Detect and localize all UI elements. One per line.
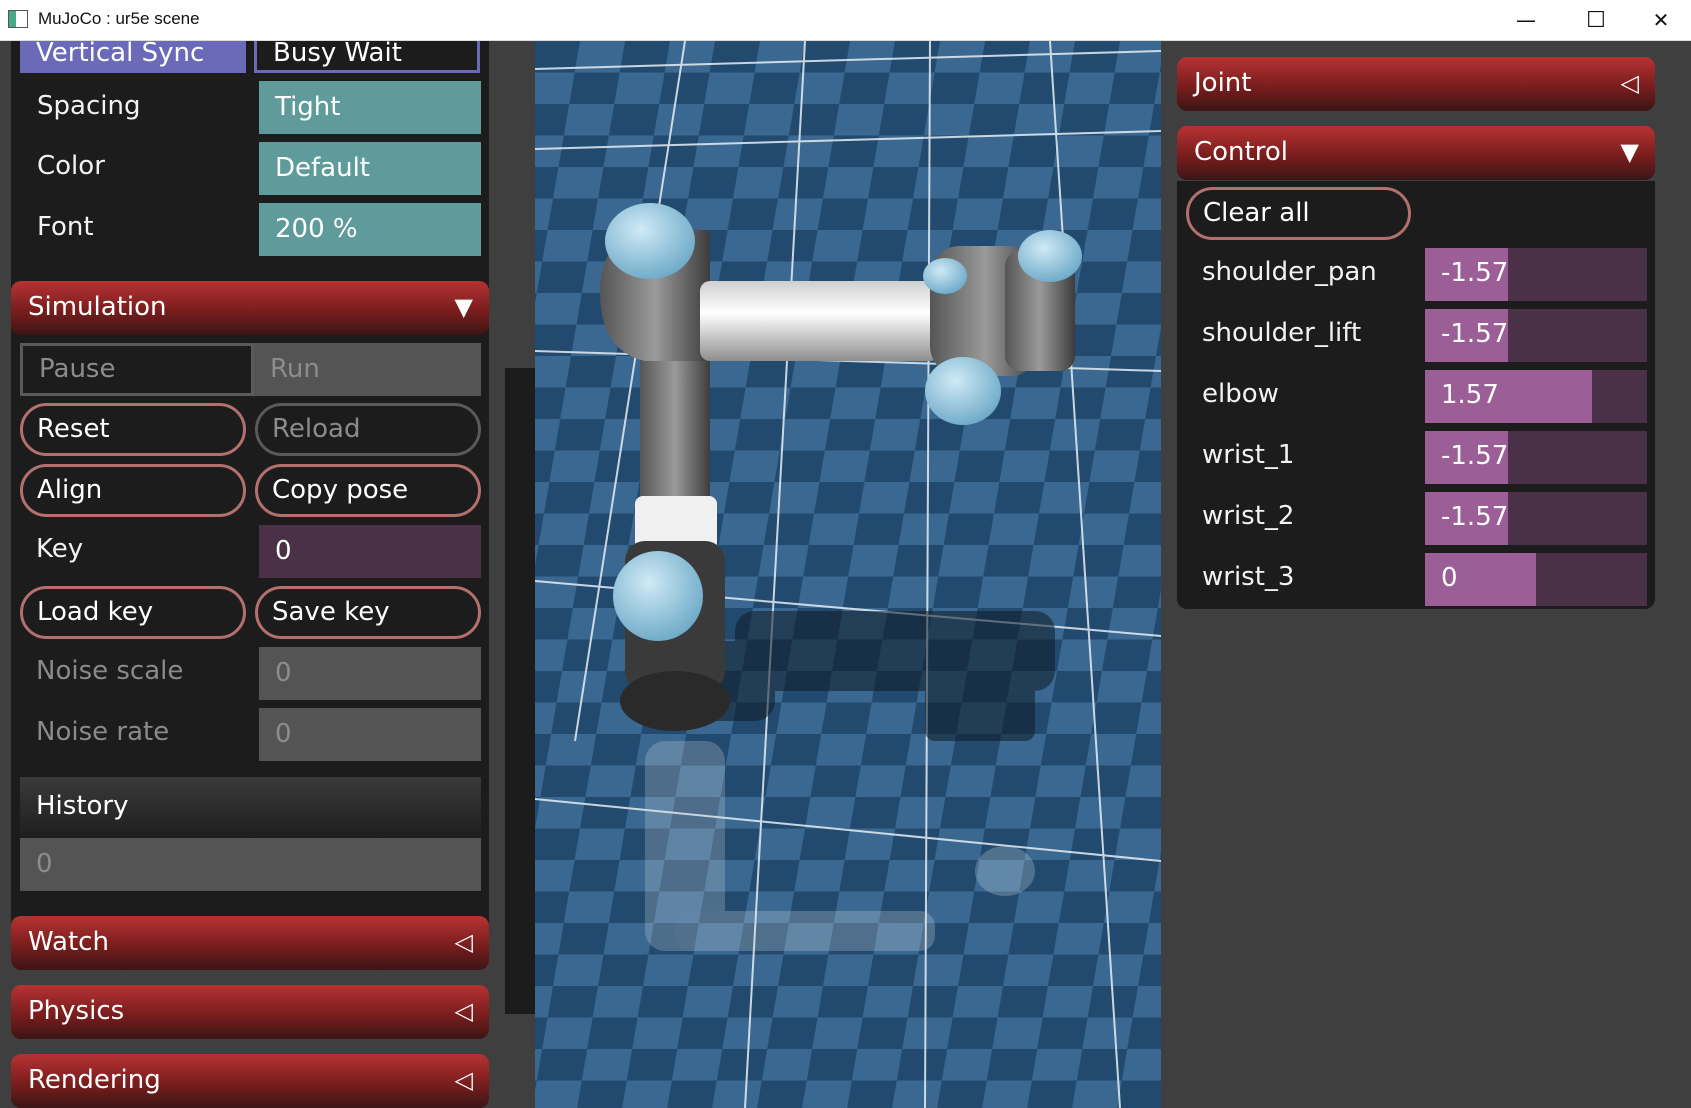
expanded-triangle-icon: ▼ bbox=[454, 293, 473, 321]
simulation-header-label: Simulation bbox=[28, 292, 167, 322]
joint-label-elbow: elbow bbox=[1202, 379, 1279, 409]
3d-viewport[interactable] bbox=[535, 41, 1161, 1108]
watch-header-label: Watch bbox=[28, 927, 109, 957]
joint-header[interactable]: Joint ◁ bbox=[1177, 57, 1655, 111]
font-label: Font bbox=[37, 212, 94, 242]
wrist-2-slider[interactable]: -1.57 bbox=[1425, 492, 1647, 545]
spacing-dropdown[interactable]: Tight bbox=[259, 81, 481, 134]
align-button[interactable]: Align bbox=[20, 464, 246, 517]
collapsed-triangle-icon: ◁ bbox=[454, 997, 473, 1025]
joint-header-label: Joint bbox=[1194, 68, 1252, 98]
close-button[interactable]: ✕ bbox=[1631, 0, 1691, 40]
copy-pose-button[interactable]: Copy pose bbox=[255, 464, 481, 517]
expanded-triangle-icon: ▼ bbox=[1620, 138, 1639, 166]
key-label: Key bbox=[36, 534, 84, 564]
joint-label-wrist-3: wrist_3 bbox=[1202, 562, 1295, 592]
window-title: MuJoCo : ur5e scene bbox=[38, 9, 200, 28]
title-bar: MuJoCo : ur5e scene — ☐ ✕ bbox=[0, 0, 1691, 41]
left-panel-scrollbar[interactable] bbox=[505, 368, 535, 1014]
control-header[interactable]: Control ▼ bbox=[1177, 126, 1655, 180]
noise-scale-label: Noise scale bbox=[36, 656, 184, 686]
run-button[interactable]: Run bbox=[254, 343, 481, 396]
simulation-header[interactable]: Simulation ▼ bbox=[11, 281, 489, 335]
pause-button[interactable]: Pause bbox=[20, 343, 254, 396]
noise-rate-label: Noise rate bbox=[36, 717, 170, 747]
slider-value: -1.57 bbox=[1441, 319, 1509, 349]
spacing-label: Spacing bbox=[37, 91, 141, 121]
noise-scale-slider[interactable]: 0 bbox=[259, 647, 481, 700]
wrist-3-slider[interactable]: 0 bbox=[1425, 553, 1647, 606]
vertical-sync-dropdown[interactable]: Busy Wait bbox=[254, 41, 480, 73]
joint-label-wrist-1: wrist_1 bbox=[1202, 440, 1295, 470]
joint-label-shoulder-lift: shoulder_lift bbox=[1202, 318, 1362, 348]
scene-render bbox=[535, 41, 1161, 1108]
slider-value: 1.57 bbox=[1441, 380, 1499, 410]
minimize-button[interactable]: — bbox=[1491, 0, 1561, 40]
shoulder-pan-slider[interactable]: -1.57 bbox=[1425, 248, 1647, 301]
wrist-1-slider[interactable]: -1.57 bbox=[1425, 431, 1647, 484]
slider-value: 0 bbox=[1441, 563, 1458, 593]
slider-value: -1.57 bbox=[1441, 258, 1509, 288]
joint-label-shoulder-pan: shoulder_pan bbox=[1202, 257, 1377, 287]
save-key-button[interactable]: Save key bbox=[255, 586, 481, 639]
control-header-label: Control bbox=[1194, 137, 1288, 167]
load-key-button[interactable]: Load key bbox=[20, 586, 246, 639]
collapsed-triangle-icon: ◁ bbox=[454, 1066, 473, 1094]
joint-label-wrist-2: wrist_2 bbox=[1202, 501, 1295, 531]
color-label: Color bbox=[37, 151, 105, 181]
watch-header[interactable]: Watch ◁ bbox=[11, 916, 489, 970]
color-dropdown[interactable]: Default bbox=[259, 142, 481, 195]
vertical-sync-label: Vertical Sync bbox=[20, 41, 246, 73]
collapsed-triangle-icon: ◁ bbox=[454, 928, 473, 956]
elbow-slider[interactable]: 1.57 bbox=[1425, 370, 1647, 423]
left-panel: Vertical Sync Busy Wait Spacing Tight Co… bbox=[0, 41, 500, 1108]
font-dropdown[interactable]: 200 % bbox=[259, 203, 481, 256]
physics-header[interactable]: Physics ◁ bbox=[11, 985, 489, 1039]
app-icon bbox=[8, 10, 28, 28]
physics-header-label: Physics bbox=[28, 996, 125, 1026]
reload-button[interactable]: Reload bbox=[255, 403, 481, 456]
shoulder-lift-slider[interactable]: -1.57 bbox=[1425, 309, 1647, 362]
clear-all-button[interactable]: Clear all bbox=[1186, 187, 1411, 240]
reset-button[interactable]: Reset bbox=[20, 403, 246, 456]
maximize-button[interactable]: ☐ bbox=[1561, 0, 1631, 40]
mujoco-canvas: Vertical Sync Busy Wait Spacing Tight Co… bbox=[0, 41, 1691, 1108]
rendering-header[interactable]: Rendering ◁ bbox=[11, 1054, 489, 1108]
key-slider[interactable]: 0 bbox=[259, 525, 481, 578]
slider-value: -1.57 bbox=[1441, 502, 1509, 532]
collapsed-triangle-icon: ◁ bbox=[1620, 69, 1639, 97]
rendering-header-label: Rendering bbox=[28, 1065, 161, 1095]
history-slider[interactable]: 0 bbox=[20, 838, 481, 891]
slider-value: -1.57 bbox=[1441, 441, 1509, 471]
history-label: History bbox=[20, 777, 481, 838]
noise-rate-slider[interactable]: 0 bbox=[259, 708, 481, 761]
